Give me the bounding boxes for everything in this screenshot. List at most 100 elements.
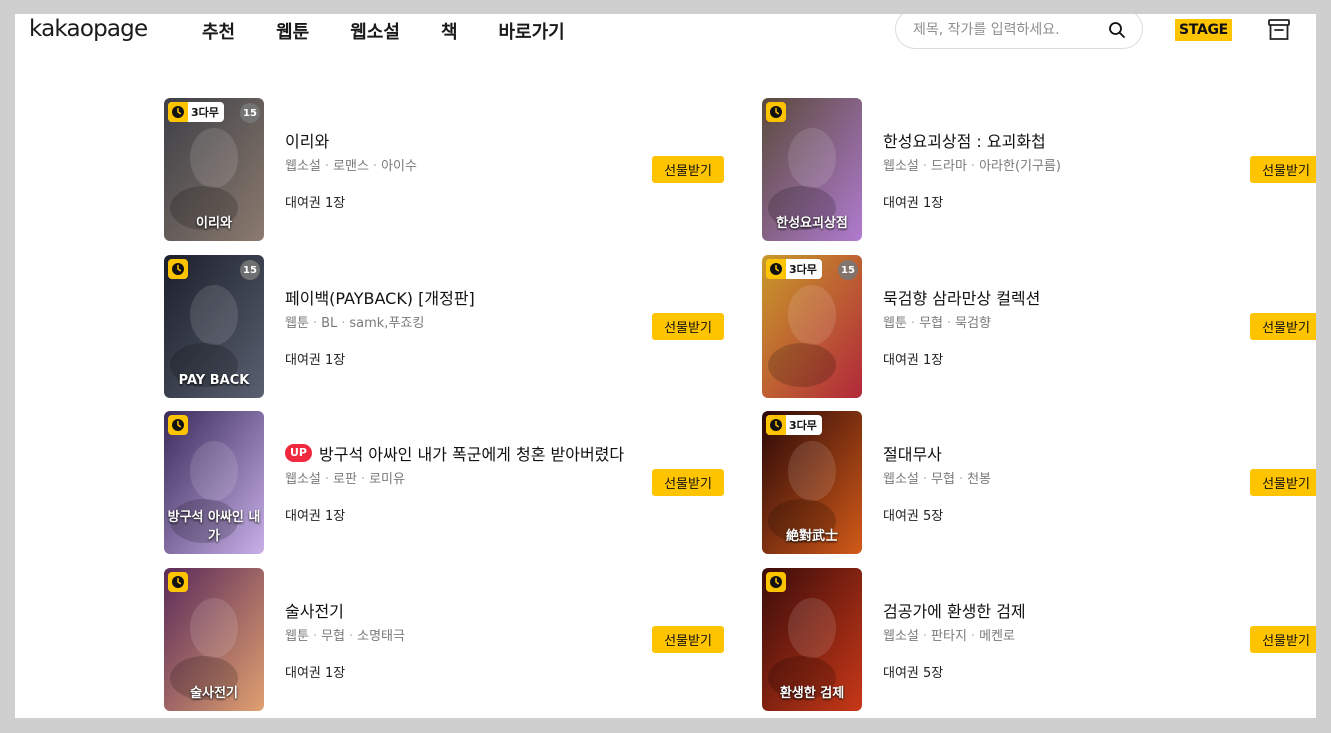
item-title-text: 검공가에 환생한 검제 [883,602,1026,621]
gift-receive-button[interactable]: 선물받기 [1250,469,1316,496]
wait-free-badge [168,572,188,592]
item-title[interactable]: 술사전기 [285,598,344,622]
age-rating-badge: 15 [240,103,260,123]
item-title[interactable]: 절대무사 [883,441,942,465]
wait-free-badge [766,102,786,122]
separator-dot: · [312,629,318,644]
item-title[interactable]: 이리와 [285,128,329,152]
separator-dot: · [372,159,378,174]
meta-tag: 로맨스 [333,159,369,174]
cover-thumbnail[interactable]: PAY BACK 15 [164,255,264,398]
cover-title-text: PAY BACK [178,373,250,388]
wait-free-badge: 3다무 [766,415,822,435]
gift-receive-button[interactable]: 선물받기 [652,156,724,183]
item-meta: 웹소설 · 판타지 · 메켄로 [883,625,1015,644]
wait-free-badge: 3다무 [766,259,822,279]
cover-thumbnail[interactable]: 한성요괴상점 [762,98,862,241]
cover-title-text: 방구석 아싸인 내가 [167,510,261,544]
nav-webnovel[interactable]: 웹소설 [350,18,400,44]
rental-ticket-count: 대여권 1장 [285,666,346,681]
stage-link[interactable]: STAGE [1175,19,1232,41]
list-item[interactable]: 이리와 3다무 15 이리와 웹소설 · 로맨스 · 아이수 대여권 1장 선물받기 [164,98,764,242]
search-box[interactable] [895,14,1143,49]
meta-tag: 아라한(기구름) [979,159,1061,174]
search-icon[interactable] [1107,20,1127,40]
cover-thumbnail[interactable]: 이리와 3다무 15 [164,98,264,241]
rental-ticket-count: 대여권 5장 [883,666,944,681]
kakaopage-logo[interactable]: kakaopage [29,16,148,42]
wait-free-badge [766,572,786,592]
meta-tag: 웹소설 [883,159,919,174]
main-nav: 추천 웹툰 웹소설 책 바로가기 [202,18,565,44]
separator-dot: · [341,316,346,331]
rental-ticket-count: 대여권 1장 [285,353,346,368]
storage-box-icon[interactable] [1265,16,1293,44]
meta-tag: samk,푸죠킹 [349,316,425,331]
gift-receive-button[interactable]: 선물받기 [1250,626,1316,653]
item-meta: 웹툰 · 무협 · 소명태극 [285,625,405,644]
meta-tag: 판타지 [931,629,967,644]
search-input[interactable] [911,18,1105,42]
nav-book[interactable]: 책 [441,18,458,44]
wait-free-badge [168,415,188,435]
cover-thumbnail[interactable]: 絶對武士 3다무 [762,411,862,554]
gift-receive-button[interactable]: 선물받기 [1250,156,1316,183]
clock-icon [168,259,188,279]
list-item[interactable]: 3다무 15 묵검향 삼라만상 컬렉션 웹툰 · 무협 · 묵검향 대여권 1장 선물받기 [762,255,1316,399]
gift-receive-button[interactable]: 선물받기 [652,313,724,340]
list-item[interactable]: 방구석 아싸인 내가 UP 방구석 아싸인 내가 폭군에게 청혼 받아버렸다웹소설 ·… [164,411,764,555]
cover-thumbnail[interactable]: 방구석 아싸인 내가 [164,411,264,554]
item-title-text: 한성요괴상점 : 요괴화첩 [883,132,1046,151]
gift-receive-button[interactable]: 선물받기 [652,469,724,496]
item-meta: 웹툰 · 무협 · 묵검향 [883,312,991,331]
rental-ticket-count: 대여권 1장 [285,509,346,524]
list-item[interactable]: 술사전기 술사전기 웹툰 · 무협 · 소명태극 대여권 1장 선물받기 [164,568,764,712]
nav-webtoon[interactable]: 웹툰 [276,18,309,44]
item-title[interactable]: 페이백(PAYBACK) [개정판] [285,285,475,309]
nav-shortcut[interactable]: 바로가기 [499,18,565,44]
item-meta: 웹소설 · 무협 · 천봉 [883,468,991,487]
item-meta: 웹툰 · BL · samk,푸죠킹 [285,312,424,331]
separator-dot: · [922,472,928,487]
meta-tag: 로판 [333,472,357,487]
separator-dot: · [910,316,916,331]
meta-tag: 웹소설 [285,159,321,174]
list-item[interactable]: 환생한 검제 검공가에 환생한 검제웹소설 · 판타지 · 메켄로대여권 5장 선물받기 [762,568,1316,712]
clock-icon [168,102,188,122]
age-rating-badge: 15 [240,260,260,280]
cover-thumbnail[interactable]: 술사전기 [164,568,264,711]
gift-receive-button[interactable]: 선물받기 [652,626,724,653]
item-title-text: 묵검향 삼라만상 컬렉션 [883,289,1041,308]
meta-tag: 웹소설 [883,472,919,487]
cover-title-text: 환생한 검제 [779,686,845,701]
cover-thumbnail[interactable]: 환생한 검제 [762,568,862,711]
nav-recommend[interactable]: 추천 [202,18,235,44]
separator-dot: · [348,629,354,644]
item-title[interactable]: UP 방구석 아싸인 내가 폭군에게 청혼 받아버렸다 [285,441,624,465]
list-item[interactable]: PAY BACK 15 페이백(PAYBACK) [개정판] 웹툰 · BL · samk,푸… [164,255,764,399]
separator-dot: · [324,159,330,174]
item-title-text: 이리와 [285,132,330,151]
separator-dot: · [360,472,366,487]
separator-dot: · [922,159,928,174]
item-title[interactable]: 검공가에 환생한 검제 [883,598,1026,622]
top-header: kakaopage 추천 웹툰 웹소설 책 바로가기 STAGE [15,14,1316,50]
gift-receive-button[interactable]: 선물받기 [1250,313,1316,340]
item-title[interactable]: 한성요괴상점 : 요괴화첩 [883,128,1046,152]
clock-icon [766,259,786,279]
meta-tag: 무협 [919,316,943,331]
item-title[interactable]: 묵검향 삼라만상 컬렉션 [883,285,1040,309]
list-item[interactable]: 한성요괴상점 한성요괴상점 : 요괴화첩 웹소설 · 드라마 · 아라한(기구름) 대여권 1… [762,98,1316,242]
item-title-text: 페이백(PAYBACK) [개정판] [285,289,475,308]
item-title-text: 방구석 아싸인 내가 폭군에게 청혼 받아버렸다 [319,445,625,464]
separator-dot: · [970,629,976,644]
list-item[interactable]: 絶對武士 3다무 절대무사 웹소설 · 무협 · 천봉 대여권 5장 선물받기 [762,411,1316,555]
meta-tag: 아이수 [381,159,417,174]
cover-thumbnail[interactable]: 3다무 15 [762,255,862,398]
cover-title-text: 한성요괴상점 [776,216,848,231]
page: kakaopage 추천 웹툰 웹소설 책 바로가기 STAGE 이리와 3다무 1… [15,14,1316,718]
item-meta: 웹소설 · 로판 · 로미유 [285,468,405,487]
rental-ticket-count: 대여권 5장 [883,509,944,524]
cover-title-text: 絶對武士 [785,529,838,544]
badge-label: 3다무 [191,106,219,119]
